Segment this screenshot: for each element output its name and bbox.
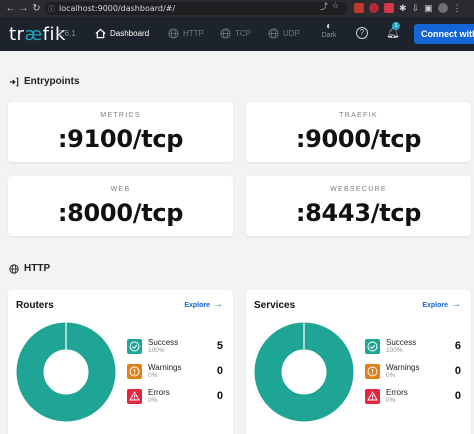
routers-donut-chart xyxy=(16,322,116,422)
entrypoint-address: :9100/tcp xyxy=(57,125,184,153)
check-circle-icon xyxy=(127,339,142,354)
nav-http[interactable]: HTTP xyxy=(168,28,204,39)
entrypoint-card[interactable]: METRICS :9100/tcp xyxy=(8,102,233,162)
version-label: 2.6.1 xyxy=(58,29,76,38)
http-title: HTTP xyxy=(24,263,51,274)
bookmark-star-icon[interactable]: ☆ xyxy=(332,1,339,12)
explore-label: Explore xyxy=(422,301,448,309)
entrypoint-name: WEBSECURE xyxy=(330,186,387,193)
check-circle-icon xyxy=(365,339,380,354)
nav-http-label: HTTP xyxy=(183,29,204,38)
stat-label: Warnings xyxy=(148,363,182,372)
globe-icon xyxy=(268,28,279,39)
entrypoints-title: Entrypoints xyxy=(24,76,80,87)
dark-mode-label: Dark xyxy=(321,32,337,39)
stat-count: 0 xyxy=(454,365,461,377)
stat-label: Errors xyxy=(386,388,408,397)
stat-warnings: Warnings 0% 0 xyxy=(365,363,461,383)
sidebar-icon[interactable]: ▣ xyxy=(424,3,433,13)
routers-explore-link[interactable]: Explore → xyxy=(184,299,223,310)
warning-icon xyxy=(365,364,380,379)
connect-button[interactable]: Connect with xyxy=(414,24,474,44)
entrypoint-name: METRICS xyxy=(100,112,141,119)
error-triangle-icon xyxy=(127,389,142,404)
entrypoint-address: :8000/tcp xyxy=(57,199,184,227)
dark-mode-toggle[interactable]: ◐ Dark xyxy=(316,21,342,39)
nav-udp[interactable]: UDP xyxy=(268,28,300,39)
routers-card: Routers Explore → Success 100% 5 Warning… xyxy=(8,290,233,434)
error-triangle-icon xyxy=(365,389,380,404)
entrypoint-address: :9000/tcp xyxy=(295,125,422,153)
address-bar[interactable]: ⓘ localhost:9000/dashboard/#/ xyxy=(44,2,348,15)
services-card: Services Explore → Success 100% 6 Warnin… xyxy=(246,290,471,434)
download-icon[interactable]: ⇩ xyxy=(412,3,420,13)
services-title: Services xyxy=(254,300,296,311)
url-text: localhost:9000/dashboard/#/ xyxy=(59,4,176,13)
profile-icon[interactable] xyxy=(437,3,448,13)
routers-title: Routers xyxy=(16,300,54,311)
services-explore-link[interactable]: Explore → xyxy=(422,299,461,310)
entrypoint-name: TRAEFIK xyxy=(339,112,378,119)
pocket-icon[interactable] xyxy=(384,3,394,13)
stat-count: 0 xyxy=(216,365,223,377)
notification-badge: 1 xyxy=(392,22,400,30)
globe-icon xyxy=(9,263,19,274)
entrypoint-card[interactable]: WEBSECURE :8443/tcp xyxy=(246,176,471,236)
stat-percent: 0% xyxy=(148,397,158,404)
home-icon xyxy=(95,28,106,39)
contrast-icon: ◐ xyxy=(325,21,333,32)
stat-percent: 0% xyxy=(386,397,396,404)
stat-percent: 100% xyxy=(148,347,165,354)
help-icon[interactable]: ? xyxy=(356,27,368,39)
arrow-right-icon: → xyxy=(451,299,461,310)
globe-icon xyxy=(168,28,179,39)
sign-in-icon xyxy=(9,77,19,86)
entrypoints-section-title: Entrypoints xyxy=(9,76,80,87)
back-icon[interactable]: ← xyxy=(4,3,17,14)
stat-count: 5 xyxy=(216,340,223,352)
stat-percent: 100% xyxy=(386,347,403,354)
entrypoint-address: :8443/tcp xyxy=(295,199,422,227)
nav-tcp-label: TCP xyxy=(235,29,251,38)
browser-toolbar: ← → ↻ ⓘ localhost:9000/dashboard/#/ ⤴ ☆ … xyxy=(0,0,474,17)
app-header: træfik 2.6.1 Dashboard HTTP TCP UDP ◐ Da… xyxy=(0,17,474,51)
stat-label: Warnings xyxy=(386,363,420,372)
extension-icon[interactable] xyxy=(369,3,379,13)
entrypoint-name: WEB xyxy=(110,186,131,193)
menu-icon[interactable]: ⋮ xyxy=(453,3,462,13)
stat-success: Success 100% 6 xyxy=(365,338,461,358)
stat-errors: Errors 0% 0 xyxy=(127,388,223,408)
stat-label: Success xyxy=(148,338,179,347)
entrypoint-card[interactable]: TRAEFIK :9000/tcp xyxy=(246,102,471,162)
nav-dashboard-label: Dashboard xyxy=(110,29,150,38)
forward-icon[interactable]: → xyxy=(17,3,30,14)
stat-label: Success xyxy=(386,338,417,347)
warning-icon xyxy=(127,364,142,379)
stat-count: 0 xyxy=(454,390,461,402)
stat-count: 0 xyxy=(216,390,223,402)
http-section-title: HTTP xyxy=(9,263,50,274)
puzzle-icon[interactable]: ✱ xyxy=(399,3,407,13)
stat-count: 6 xyxy=(454,340,461,352)
stat-percent: 0% xyxy=(148,372,158,379)
info-icon[interactable]: ⓘ xyxy=(48,4,55,14)
arrow-right-icon: → xyxy=(213,299,223,310)
reload-icon[interactable]: ↻ xyxy=(30,3,43,14)
services-donut-chart xyxy=(254,322,354,422)
stat-errors: Errors 0% 0 xyxy=(365,388,461,408)
globe-icon xyxy=(220,28,231,39)
stat-warnings: Warnings 0% 0 xyxy=(127,363,223,383)
stat-percent: 0% xyxy=(386,372,396,379)
nav-tcp[interactable]: TCP xyxy=(220,28,251,39)
nav-dashboard[interactable]: Dashboard xyxy=(95,28,149,39)
extension-icon[interactable] xyxy=(354,3,364,13)
nav-udp-label: UDP xyxy=(283,29,300,38)
entrypoint-card[interactable]: WEB :8000/tcp xyxy=(8,176,233,236)
stat-success: Success 100% 5 xyxy=(127,338,223,358)
share-icon[interactable]: ⤴ xyxy=(320,1,328,12)
explore-label: Explore xyxy=(184,301,210,309)
stat-label: Errors xyxy=(148,388,170,397)
